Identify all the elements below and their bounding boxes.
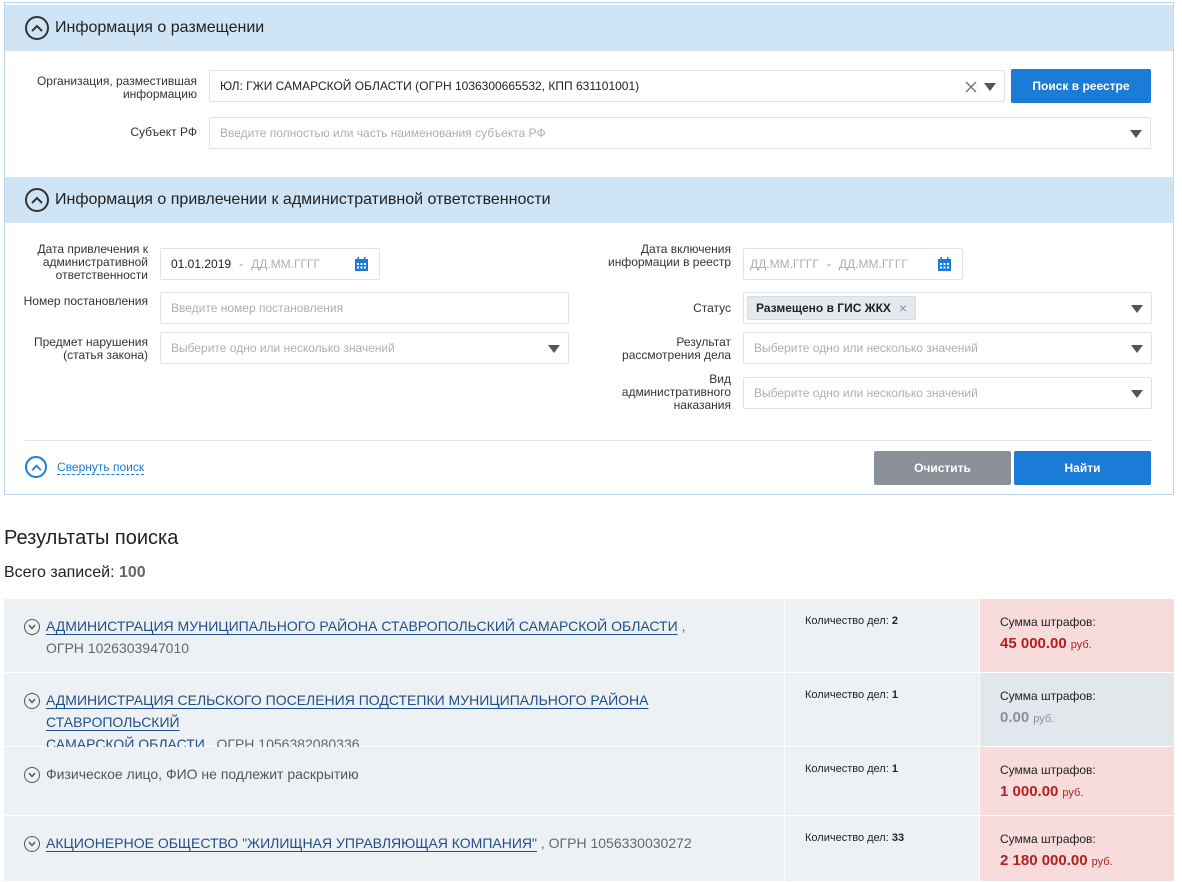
status-chip-label: Размещено в ГИС ЖКХ	[756, 301, 891, 315]
dropdown-caret-icon[interactable]	[1131, 390, 1143, 398]
decree-number-input[interactable]: Введите номер постановления	[160, 292, 569, 324]
expand-chevron-icon[interactable]	[24, 836, 40, 852]
punishment-type-placeholder: Выберите одно или несколько значений	[754, 386, 978, 400]
clear-button[interactable]: Очистить	[874, 451, 1011, 485]
dropdown-caret-icon[interactable]	[1131, 305, 1143, 313]
cases-count: Количество дел: 1	[784, 747, 979, 815]
placement-section-title: Информация о размещении	[55, 19, 265, 36]
result-org: АКЦИОНЕРНОЕ ОБЩЕСТВО "ЖИЛИЩНАЯ УПРАВЛЯЮЩ…	[4, 816, 784, 881]
dropdown-caret-icon[interactable]	[1131, 345, 1143, 353]
org-ogrn: ОГРН 1026303947010	[46, 640, 190, 656]
subject-rf-select[interactable]: Введите полностью или часть наименования…	[209, 117, 1151, 149]
cases-count: Количество дел: 1	[784, 673, 979, 746]
violation-subject-placeholder: Выберите одно или несколько значений	[171, 341, 395, 355]
decree-number-placeholder: Введите номер постановления	[171, 301, 344, 315]
fine-sum: Сумма штрафов: 0.00 руб.	[979, 673, 1174, 746]
search-panel: Информация о размещении Организация, раз…	[4, 2, 1174, 495]
placement-section-header[interactable]: Информация о размещении	[5, 5, 1173, 51]
org-name: Физическое лицо, ФИО не подлежит раскрыт…	[46, 766, 359, 782]
fine-sum-value: 1 000.00	[1000, 783, 1059, 800]
liability-section-title: Информация о привлечении к административ…	[55, 191, 551, 208]
dropdown-caret-icon[interactable]	[548, 345, 560, 353]
violation-subject-label: Предмет нарушения (статья закона)	[33, 335, 148, 362]
liability-date-label: Дата привлечения к административной отве…	[37, 242, 149, 282]
results-count-label: Всего записей:	[4, 564, 115, 581]
expand-chevron-icon[interactable]	[24, 767, 40, 783]
dropdown-caret-icon[interactable]	[1130, 130, 1142, 138]
results-list: АДМИНИСТРАЦИЯ МУНИЦИПАЛЬНОГО РАЙОНА СТАВ…	[4, 599, 1174, 882]
collapse-search[interactable]: Свернуть поиск	[25, 456, 145, 478]
fine-sum: Сумма штрафов: 2 180 000.00 руб.	[979, 816, 1174, 881]
liability-section-header[interactable]: Информация о привлечении к административ…	[5, 177, 1173, 223]
date-dash: -	[826, 257, 831, 271]
org-ogrn: , ОГРН 1056330030272	[540, 835, 692, 851]
result-row: Физическое лицо, ФИО не подлежит раскрыт…	[4, 747, 1174, 816]
clear-icon[interactable]	[964, 80, 978, 94]
inclusion-from-placeholder[interactable]: ДД.ММ.ГГГГ	[744, 257, 819, 271]
fine-sum: Сумма штрафов: 1 000.00 руб.	[979, 747, 1174, 815]
expand-chevron-icon[interactable]	[24, 693, 40, 709]
dropdown-caret-icon[interactable]	[984, 83, 996, 91]
result-row: АКЦИОНЕРНОЕ ОБЩЕСТВО "ЖИЛИЩНАЯ УПРАВЛЯЮЩ…	[4, 816, 1174, 882]
subject-rf-placeholder: Введите полностью или часть наименования…	[220, 126, 546, 140]
chip-remove-icon[interactable]: ×	[899, 300, 907, 316]
result-row: АДМИНИСТРАЦИЯ СЕЛЬСКОГО ПОСЕЛЕНИЯ ПОДСТЕ…	[4, 673, 1174, 752]
calendar-icon[interactable]	[354, 257, 369, 272]
registry-search-button[interactable]: Поиск в реестре	[1011, 69, 1151, 103]
org-select[interactable]: ЮЛ: ГЖИ САМАРСКОЙ ОБЛАСТИ (ОГРН 10363006…	[209, 70, 1005, 102]
chevron-up-icon[interactable]	[25, 188, 49, 212]
case-result-label: Результат рассмотрения дела	[622, 335, 731, 362]
punishment-type-label: Вид административного наказания	[621, 372, 731, 412]
org-link[interactable]: АДМИНИСТРАЦИЯ МУНИЦИПАЛЬНОГО РАЙОНА СТАВ…	[46, 618, 678, 634]
result-row: АДМИНИСТРАЦИЯ МУНИЦИПАЛЬНОГО РАЙОНА СТАВ…	[4, 599, 1174, 673]
punishment-type-select[interactable]: Выберите одно или несколько значений	[743, 377, 1152, 409]
results-count: Всего записей: 100	[4, 564, 146, 582]
find-button[interactable]: Найти	[1014, 451, 1151, 485]
inclusion-date-label: Дата включения информации в реестр	[608, 242, 731, 269]
fine-sum: Сумма штрафов: 45 000.00 руб.	[979, 599, 1174, 672]
fine-sum-value: 2 180 000.00	[1000, 852, 1088, 869]
results-count-value: 100	[118, 564, 146, 581]
calendar-icon[interactable]	[937, 257, 952, 272]
org-link[interactable]: АКЦИОНЕРНОЕ ОБЩЕСТВО "ЖИЛИЩНАЯ УПРАВЛЯЮЩ…	[46, 835, 537, 851]
org-value: ЮЛ: ГЖИ САМАРСКОЙ ОБЛАСТИ (ОГРН 10363006…	[220, 79, 640, 93]
status-chip[interactable]: Размещено в ГИС ЖКХ ×	[747, 296, 917, 320]
chevron-up-icon[interactable]	[25, 16, 49, 40]
form-divider	[25, 440, 1151, 441]
cases-count: Количество дел: 33	[784, 816, 979, 881]
case-result-placeholder: Выберите одно или несколько значений	[754, 341, 978, 355]
fine-sum-value: 0.00	[1000, 709, 1030, 726]
result-org: АДМИНИСТРАЦИЯ СЕЛЬСКОГО ПОСЕЛЕНИЯ ПОДСТЕ…	[4, 673, 784, 752]
org-link[interactable]: АДМИНИСТРАЦИЯ СЕЛЬСКОГО ПОСЕЛЕНИЯ ПОДСТЕ…	[46, 692, 649, 730]
result-org: Физическое лицо, ФИО не подлежит раскрыт…	[4, 747, 784, 815]
status-select[interactable]: Размещено в ГИС ЖКХ ×	[743, 292, 1152, 324]
inclusion-date-range[interactable]: ДД.ММ.ГГГГ - ДД.ММ.ГГГГ	[743, 248, 963, 280]
org-label: Организация, разместившая информацию	[36, 74, 197, 101]
collapse-search-link[interactable]: Свернуть поиск	[57, 460, 145, 475]
cases-count: Количество дел: 2	[784, 599, 979, 672]
case-result-select[interactable]: Выберите одно или несколько значений	[743, 332, 1152, 364]
date-dash: -	[239, 257, 244, 271]
date-to-placeholder[interactable]: ДД.ММ.ГГГГ	[251, 257, 320, 271]
liability-date-range[interactable]: 01.01.2019 - ДД.ММ.ГГГГ	[160, 248, 380, 280]
subject-rf-label: Субъект РФ	[130, 125, 197, 139]
decree-number-label: Номер постановления	[23, 294, 148, 308]
result-org: АДМИНИСТРАЦИЯ МУНИЦИПАЛЬНОГО РАЙОНА СТАВ…	[4, 599, 784, 672]
date-from-value[interactable]: 01.01.2019	[161, 257, 231, 271]
fine-sum-value: 45 000.00	[1000, 635, 1067, 652]
results-title: Результаты поиска	[4, 527, 179, 549]
inclusion-to-placeholder[interactable]: ДД.ММ.ГГГГ	[839, 257, 908, 271]
violation-subject-select[interactable]: Выберите одно или несколько значений	[160, 332, 569, 364]
chevron-up-icon[interactable]	[25, 456, 47, 478]
expand-chevron-icon[interactable]	[24, 619, 40, 635]
status-label: Статус	[693, 301, 731, 315]
